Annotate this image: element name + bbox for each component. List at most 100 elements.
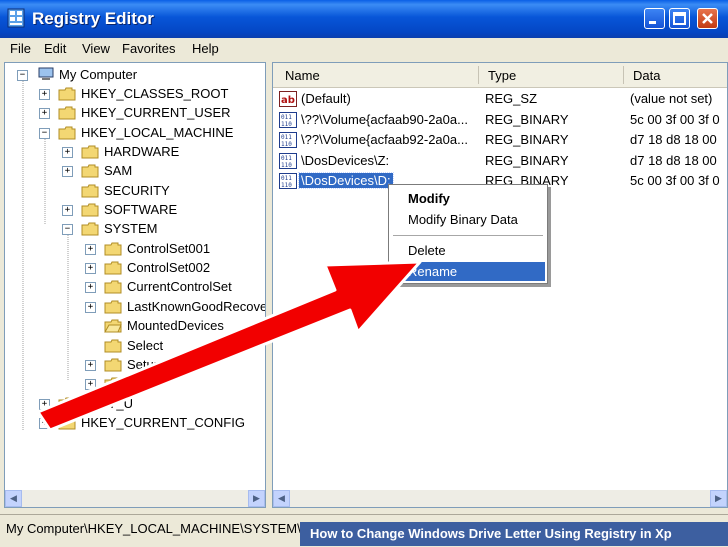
folder-icon [104, 339, 122, 353]
tree-label: SOFTWARE [104, 202, 178, 217]
value-name: (Default) [301, 91, 351, 106]
open-folder-icon [104, 319, 122, 333]
context-menu: Modify Modify Binary Data Delete Rename [388, 184, 548, 284]
title-bar[interactable]: Registry Editor [0, 0, 728, 38]
folder-icon [58, 416, 76, 430]
value-name: \DosDevices\Z: [301, 153, 390, 168]
expand-icon[interactable]: + [62, 166, 73, 177]
value-name: \??\Volume{acfaab92-2a0a... [301, 132, 468, 147]
menu-favorites[interactable]: Favorites [122, 41, 175, 56]
svg-text:110: 110 [281, 162, 292, 169]
menu-help[interactable]: Help [192, 41, 219, 56]
folder-icon [104, 261, 122, 275]
expand-icon[interactable]: + [39, 89, 50, 100]
registry-editor-window: Registry Editor File Edit View Favorites… [0, 0, 728, 547]
folder-icon [58, 106, 76, 120]
registry-tree[interactable]: − My Computer + HKEY_CLASSES_ROOT + HKEY… [4, 62, 266, 508]
expand-icon[interactable]: + [85, 379, 96, 390]
registry-editor-icon [7, 8, 25, 28]
tree-horizontal-scrollbar[interactable]: ◀ ▶ [5, 490, 265, 507]
svg-text:110: 110 [281, 141, 292, 148]
list-row[interactable]: 011 110 \??\Volume{acfaab92-2a0a... REG_… [279, 131, 727, 150]
svg-text:110: 110 [281, 182, 292, 189]
tree-label: Setup [127, 357, 161, 372]
menu-edit[interactable]: Edit [44, 41, 66, 56]
value-data: d7 18 d8 18 00 [630, 132, 717, 147]
list-row[interactable]: ab (Default) REG_SZ (value not set) [279, 90, 727, 109]
svg-text:011: 011 [281, 134, 292, 141]
svg-text:110: 110 [281, 121, 292, 128]
scroll-right-button[interactable]: ▶ [710, 490, 727, 507]
maximize-button[interactable] [669, 8, 690, 29]
menu-view[interactable]: View [82, 41, 110, 56]
string-value-icon: ab [279, 91, 297, 107]
tree-label: WPA [127, 376, 156, 391]
value-type: REG_BINARY [485, 112, 569, 127]
binary-value-icon: 011 110 [279, 132, 297, 148]
folder-icon [81, 164, 99, 178]
values-list[interactable]: Name Type Data ab (Default) REG_SZ (valu… [272, 62, 728, 508]
value-data: 5c 00 3f 00 3f 0 [630, 112, 720, 127]
value-type: REG_BINARY [485, 153, 569, 168]
maximize-icon [673, 12, 686, 25]
expand-icon[interactable]: + [85, 244, 96, 255]
svg-text:011: 011 [281, 175, 292, 182]
menu-item-label: Rename [408, 264, 458, 279]
value-type: REG_BINARY [485, 132, 569, 147]
value-name: \DosDevices\D: [298, 172, 394, 189]
column-divider[interactable] [478, 66, 479, 84]
expand-icon[interactable]: + [62, 147, 73, 158]
column-divider[interactable] [623, 66, 624, 84]
menu-file[interactable]: File [10, 41, 31, 56]
folder-icon [81, 145, 99, 159]
binary-value-icon: 011 110 [279, 153, 297, 169]
column-header-data[interactable]: Data [633, 68, 660, 83]
scroll-left-button[interactable]: ◀ [5, 490, 22, 507]
caption-text: How to Change Windows Drive Letter Using… [310, 526, 672, 541]
tree-label: ControlSet001 [127, 241, 211, 256]
menu-item-delete[interactable]: Delete [391, 241, 545, 260]
expand-icon[interactable]: + [62, 205, 73, 216]
minimize-button[interactable] [644, 8, 665, 29]
tree-label: SECURITY [104, 183, 170, 198]
folder-icon [104, 280, 122, 294]
expand-icon[interactable]: + [39, 418, 50, 429]
expand-icon[interactable]: + [39, 399, 50, 410]
binary-value-icon: 011 110 [279, 112, 297, 128]
column-header-type[interactable]: Type [488, 68, 516, 83]
binary-value-icon: 011 110 [279, 173, 297, 189]
svg-text:ab: ab [281, 95, 295, 106]
expand-icon[interactable]: + [85, 263, 96, 274]
folder-icon [58, 87, 76, 101]
list-row[interactable]: 011 110 \DosDevices\Z: REG_BINARY d7 18 … [279, 152, 727, 171]
scroll-left-button[interactable]: ◀ [273, 490, 290, 507]
value-data: d7 18 d8 18 00 [630, 153, 717, 168]
menu-item-rename[interactable]: Rename [391, 262, 545, 281]
tree-label: HKEY_CURRENT_USER [81, 105, 231, 120]
expand-icon[interactable]: + [85, 302, 96, 313]
expand-icon[interactable]: + [85, 282, 96, 293]
menu-item-modify[interactable]: Modify [391, 189, 545, 208]
menu-item-label: Modify [408, 191, 450, 206]
folder-icon [104, 358, 122, 372]
column-header-name[interactable]: Name [285, 68, 320, 83]
expand-icon[interactable]: + [39, 108, 50, 119]
list-horizontal-scrollbar[interactable]: ◀ ▶ [273, 490, 727, 507]
collapse-icon[interactable]: − [17, 70, 28, 81]
close-icon [702, 13, 713, 24]
value-data: (value not set) [630, 91, 713, 106]
collapse-icon[interactable]: − [39, 128, 50, 139]
menu-item-modify-binary[interactable]: Modify Binary Data [391, 210, 545, 229]
folder-icon [81, 184, 99, 198]
collapse-icon[interactable]: − [62, 224, 73, 235]
close-button[interactable] [697, 8, 718, 29]
open-folder-icon [58, 126, 76, 140]
tree-label: HARDWARE [104, 144, 180, 159]
tree-label: CurrentControlSet [127, 279, 232, 294]
scroll-right-button[interactable]: ▶ [248, 490, 265, 507]
list-row[interactable]: 011 110 \??\Volume{acfaab90-2a0a... REG_… [279, 111, 727, 130]
folder-icon [104, 377, 122, 391]
tree-label: Select [127, 338, 164, 353]
value-name: \??\Volume{acfaab90-2a0a... [301, 112, 468, 127]
expand-icon[interactable]: + [85, 360, 96, 371]
